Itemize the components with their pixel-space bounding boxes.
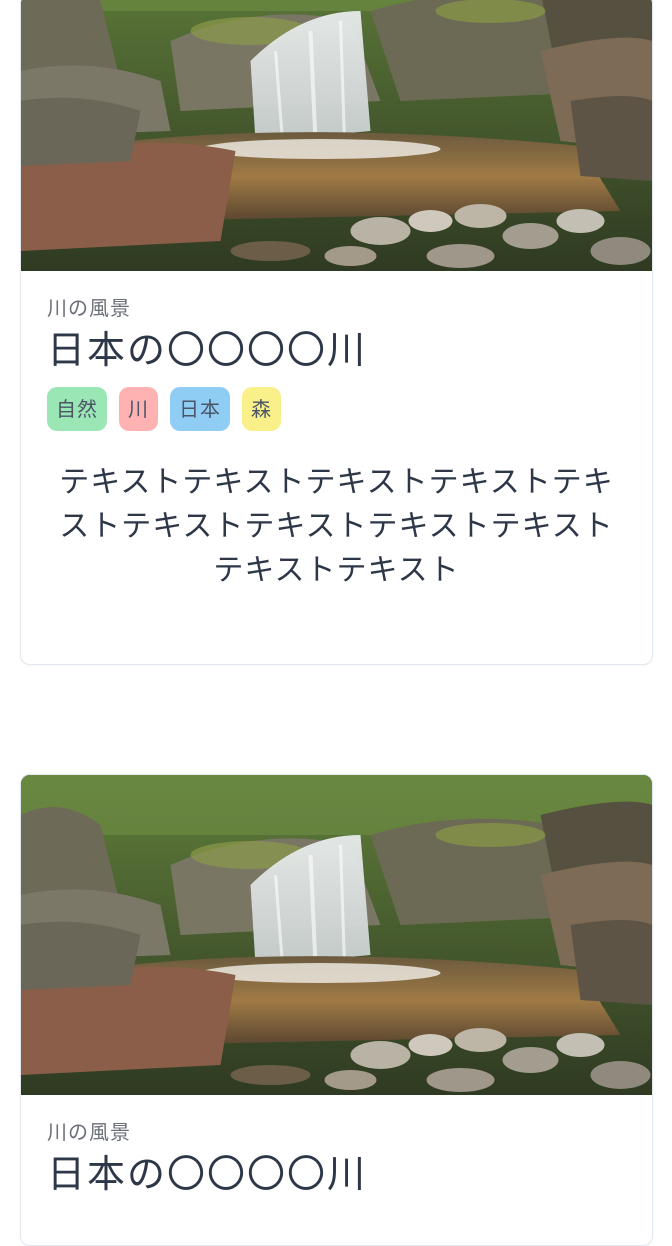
content-card[interactable]: 川の風景 日本の〇〇〇〇川 自然 川 日本 森 テキストテキストテキストテキスト…	[20, 0, 653, 665]
card-title: 日本の〇〇〇〇川	[47, 1152, 368, 1196]
card-description: テキストテキストテキストテキストテキストテキストテキストテキストテキストテキスト…	[59, 465, 614, 588]
tag-nihon[interactable]: 日本	[170, 387, 230, 431]
content-card[interactable]: 川の風景 日本の〇〇〇〇川	[20, 774, 653, 1246]
tag-shizen[interactable]: 自然	[47, 387, 107, 431]
card-subtitle: 川の風景	[47, 296, 131, 320]
tag-list: 自然 川 日本 森	[47, 387, 626, 431]
card-title: 日本の〇〇〇〇川	[47, 328, 368, 372]
card-image	[21, 775, 652, 1095]
card-subtitle: 川の風景	[47, 1120, 131, 1144]
tag-kawa[interactable]: 川	[119, 387, 158, 431]
card-image	[21, 0, 652, 271]
tag-mori[interactable]: 森	[242, 387, 281, 431]
